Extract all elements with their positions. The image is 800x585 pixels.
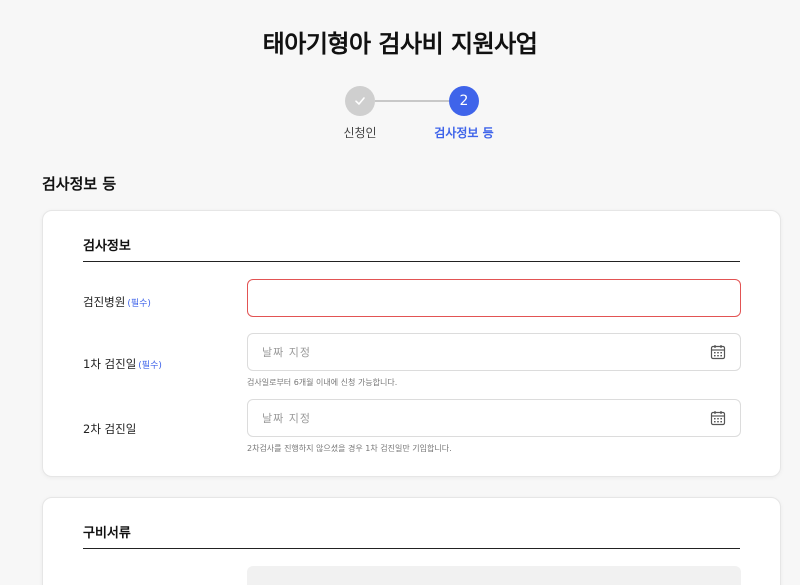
calendar-icon[interactable] <box>710 410 726 426</box>
page-title: 태아기형아 검사비 지원사업 <box>262 30 538 58</box>
step-2-circle[interactable]: 2 <box>449 86 479 116</box>
first-date-label: 1차 검진일 (필수) <box>83 356 162 372</box>
progress-stepper: 2 신청인 검사정보 등 <box>0 86 800 146</box>
required-mark: (필수) <box>138 361 162 371</box>
first-date-placeholder: 날짜 지정 <box>262 346 311 359</box>
documents-card: 구비서류 <box>42 497 781 585</box>
step-1-label: 신청인 <box>343 126 377 140</box>
hospital-label: 검진병원 (필수) <box>83 294 151 310</box>
exam-info-card: 검사정보 검진병원 (필수) 1차 검진일 (필수) 날짜 지정 검사일로부터 6개… <box>42 210 781 477</box>
second-date-label: 2차 검진일 <box>83 421 136 437</box>
stepper-connector <box>375 100 449 102</box>
calendar-icon[interactable] <box>710 344 726 360</box>
document-upload-box[interactable] <box>247 566 741 585</box>
first-date-hint: 검사일로부터 6개월 이내에 신청 가능합니다. <box>247 378 398 387</box>
second-date-input[interactable]: 날짜 지정 <box>247 399 741 437</box>
hospital-label-text: 검진병원 <box>83 295 126 309</box>
first-date-input[interactable]: 날짜 지정 <box>247 333 741 371</box>
required-mark: (필수) <box>127 299 151 309</box>
first-date-label-text: 1차 검진일 <box>83 357 137 371</box>
divider <box>83 261 740 262</box>
step-2-label: 검사정보 등 <box>434 126 494 140</box>
second-date-placeholder: 날짜 지정 <box>262 412 311 425</box>
second-date-hint: 2차검사를 진행하지 않으셨을 경우 1차 검진일만 기입합니다. <box>247 444 452 453</box>
divider <box>83 548 740 549</box>
hospital-input[interactable] <box>247 279 741 317</box>
documents-title: 구비서류 <box>83 526 131 541</box>
exam-info-title: 검사정보 <box>83 239 131 254</box>
check-icon <box>355 97 365 105</box>
step-1-circle[interactable] <box>345 86 375 116</box>
second-date-label-text: 2차 검진일 <box>83 422 137 436</box>
section-heading: 검사정보 등 <box>42 175 117 193</box>
